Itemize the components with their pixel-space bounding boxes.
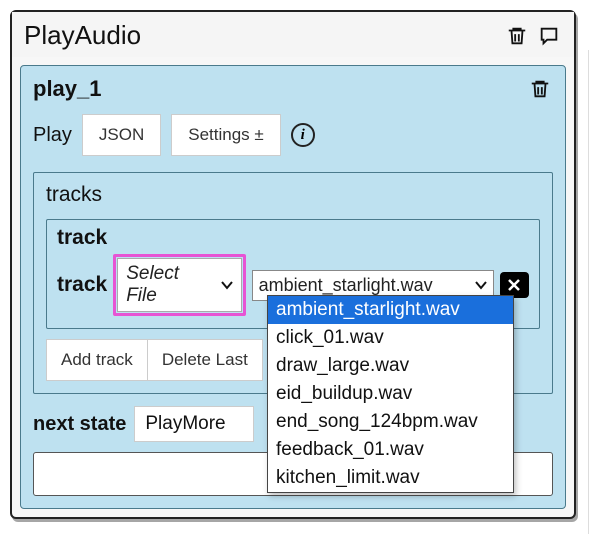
dropdown-option[interactable]: kitchen_limit.wav — [268, 464, 513, 492]
dropdown-option[interactable]: click_01.wav — [268, 324, 513, 352]
panel-title: play_1 — [33, 76, 102, 102]
panel-header: play_1 — [33, 76, 553, 102]
dropdown-option[interactable]: end_song_124bpm.wav — [268, 408, 513, 436]
chevron-down-icon — [475, 280, 487, 290]
select-file-text: Select File — [126, 263, 212, 307]
track-heading: track — [57, 226, 529, 250]
info-icon[interactable]: i — [291, 123, 315, 147]
play-label: Play — [33, 124, 72, 147]
titlebar: PlayAudio — [12, 12, 574, 57]
dropdown-option[interactable]: eid_buildup.wav — [268, 380, 513, 408]
track-file-value: ambient_starlight.wav — [259, 275, 433, 296]
file-dropdown-list[interactable]: ambient_starlight.wavclick_01.wavdraw_la… — [267, 295, 514, 493]
chevron-down-icon — [221, 280, 233, 290]
panel-trash-icon[interactable] — [527, 76, 553, 102]
settings-button[interactable]: Settings ± — [171, 114, 280, 156]
select-file-dropdown[interactable]: Select File — [117, 258, 241, 312]
delete-last-button[interactable]: Delete Last — [148, 339, 263, 381]
dropdown-option[interactable]: feedback_01.wav — [268, 436, 513, 464]
dropdown-option[interactable]: draw_large.wav — [268, 352, 513, 380]
next-state-input[interactable] — [134, 406, 254, 442]
track-label: track — [57, 273, 107, 297]
select-file-highlight: Select File — [113, 254, 245, 316]
background-rail — [588, 50, 600, 534]
trash-icon[interactable] — [504, 23, 530, 49]
add-track-button[interactable]: Add track — [46, 339, 148, 381]
window-title: PlayAudio — [24, 20, 141, 51]
comment-icon[interactable] — [536, 23, 562, 49]
titlebar-actions — [504, 23, 562, 49]
next-state-label: next state — [33, 413, 126, 436]
tracks-label: tracks — [46, 183, 540, 207]
panel-toolbar: Play JSON Settings ± i — [33, 114, 553, 156]
dropdown-option[interactable]: ambient_starlight.wav — [268, 296, 513, 324]
json-button[interactable]: JSON — [82, 114, 161, 156]
